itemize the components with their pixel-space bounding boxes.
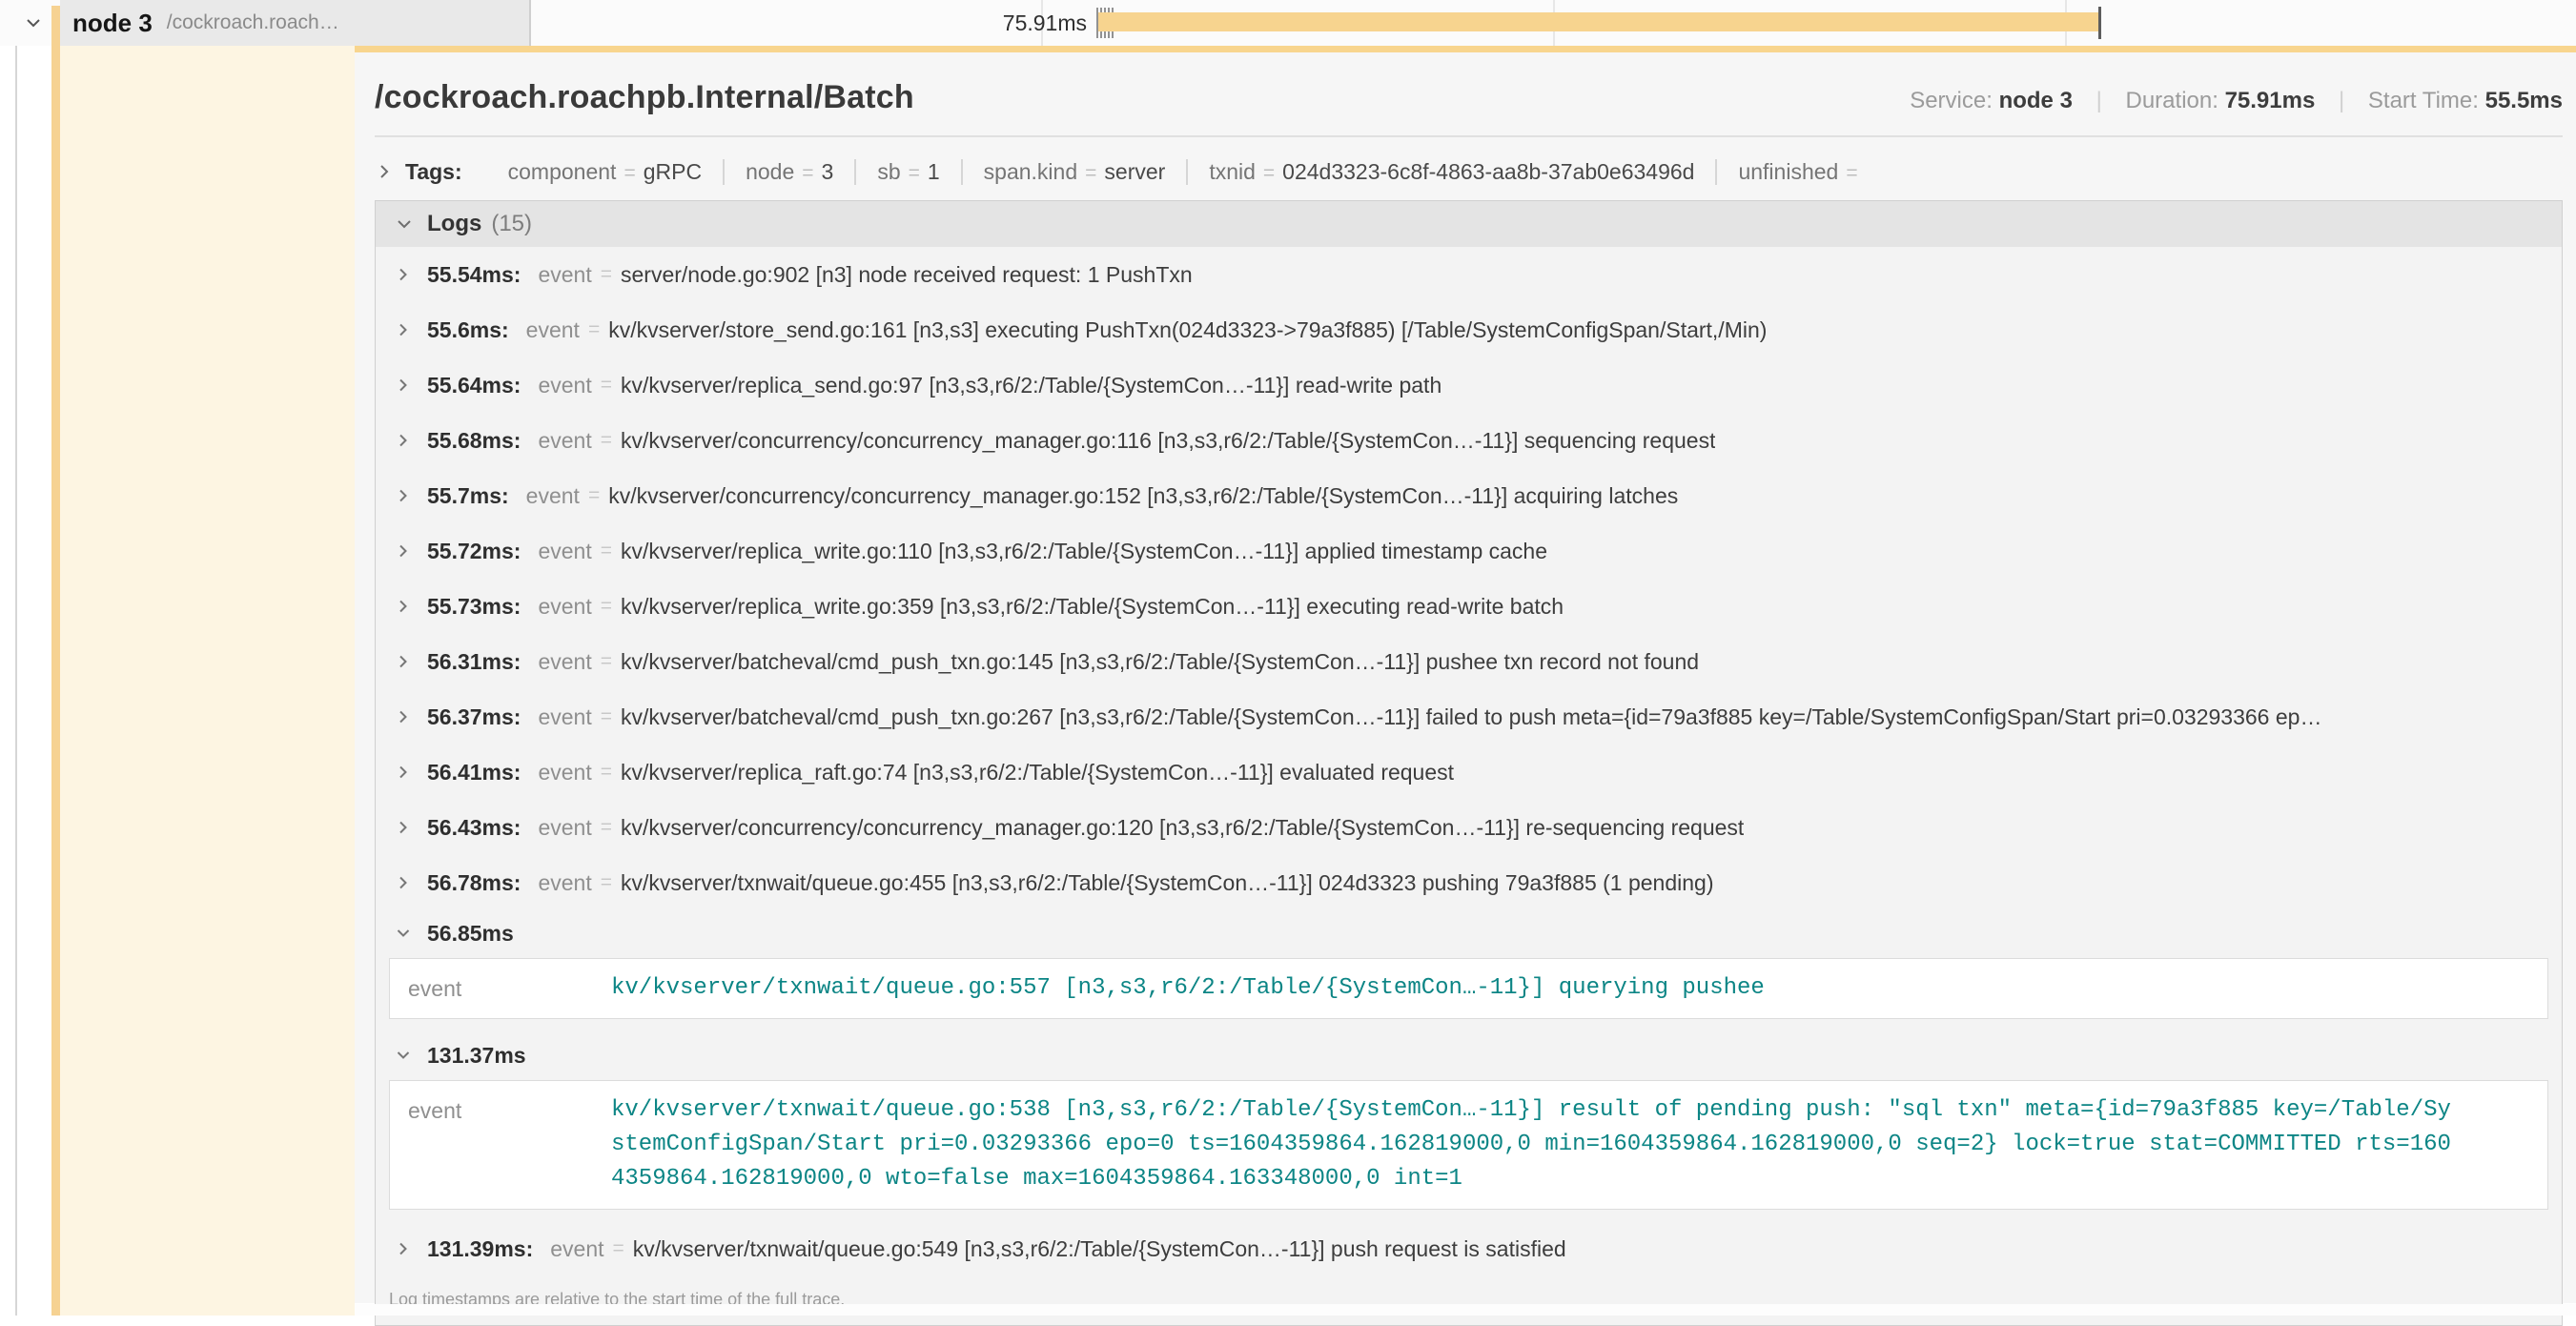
chevron-down-icon xyxy=(395,214,414,234)
chevron-right-icon xyxy=(395,874,412,891)
name-column-divider[interactable] xyxy=(529,0,531,46)
log-row[interactable]: 55.54ms:event=server/node.go:902 [n3] no… xyxy=(376,247,2562,302)
log-row[interactable]: 55.7ms:event=kv/kvserver/concurrency/con… xyxy=(376,468,2562,523)
chevron-right-icon xyxy=(395,321,412,338)
logs-header[interactable]: Logs (15) xyxy=(376,201,2562,247)
log-row[interactable]: 56.41ms:event=kv/kvserver/replica_raft.g… xyxy=(376,745,2562,800)
tag-node: node=3 xyxy=(725,159,856,185)
log-row[interactable]: 56.78ms:event=kv/kvserver/txnwait/queue.… xyxy=(376,855,2562,910)
log-row[interactable]: 55.73ms:event=kv/kvserver/replica_write.… xyxy=(376,579,2562,634)
log-row[interactable]: 56.31ms:event=kv/kvserver/batcheval/cmd_… xyxy=(376,634,2562,689)
log-row-expanded-header[interactable]: 56.85ms xyxy=(376,910,2562,956)
log-row[interactable]: 55.72ms:event=kv/kvserver/replica_write.… xyxy=(376,523,2562,579)
logs-footer-note: Log timestamps are relative to the start… xyxy=(376,1276,2562,1325)
span-detail-panel: /cockroach.roachpb.Internal/Batch Servic… xyxy=(355,52,2576,1303)
header-divider xyxy=(375,135,2563,137)
chevron-right-icon xyxy=(395,764,412,781)
span-duration-label: 75.91ms xyxy=(915,0,1087,46)
duration-label: Duration: xyxy=(2126,88,2218,113)
log-field-value: kv/kvserver/txnwait/queue.go:538 [n3,s3,… xyxy=(611,1093,2480,1196)
tag-txnid: txnid=024d3323-6c8f-4863-aa8b-37ab0e6349… xyxy=(1188,159,1717,185)
log-row[interactable]: 55.6ms:event=kv/kvserver/store_send.go:1… xyxy=(376,302,2562,357)
logs-section: Logs (15) 55.54ms:event=server/node.go:9… xyxy=(375,200,2563,1326)
chevron-right-icon xyxy=(375,162,394,181)
log-row[interactable]: 131.39ms:event=kv/kvserver/txnwait/queue… xyxy=(376,1221,2562,1276)
chevron-right-icon xyxy=(395,708,412,725)
duration-value: 75.91ms xyxy=(2225,88,2316,113)
chevron-right-icon xyxy=(395,1240,412,1257)
tag-span-kind: span.kind=server xyxy=(963,159,1189,185)
log-detail-card: event kv/kvserver/txnwait/queue.go:557 [… xyxy=(389,958,2548,1019)
chevron-down-icon xyxy=(395,925,412,942)
logs-title: Logs xyxy=(427,211,481,237)
tag-sb: sb=1 xyxy=(856,159,962,185)
start-time-value: 55.5ms xyxy=(2485,88,2563,113)
chevron-right-icon xyxy=(395,266,412,283)
tags-label: Tags: xyxy=(405,159,462,185)
panel-bottom-strip xyxy=(355,1304,2576,1316)
span-name-cell[interactable]: node 3 /cockroach.roach… xyxy=(60,0,529,46)
log-field-label: event xyxy=(390,971,611,1006)
tags-row: Tags: component=gRPC node=3 sb=1 span.ki… xyxy=(375,151,2563,193)
service-value: node 3 xyxy=(1999,88,2073,113)
log-field-value: kv/kvserver/txnwait/queue.go:557 [n3,s3,… xyxy=(611,971,1784,1006)
detail-header: /cockroach.roachpb.Internal/Batch Servic… xyxy=(375,52,2563,116)
trace-left-rule xyxy=(15,0,17,1316)
span-color-bar xyxy=(51,6,60,1316)
meta-divider: | xyxy=(2339,88,2344,113)
span-meta: Service: node 3 | Duration: 75.91ms | St… xyxy=(1910,88,2563,114)
log-field-label: event xyxy=(390,1093,611,1196)
chevron-right-icon xyxy=(395,819,412,836)
chevron-right-icon xyxy=(395,432,412,449)
start-time-label: Start Time: xyxy=(2368,88,2479,113)
chevron-right-icon xyxy=(395,487,412,504)
log-row[interactable]: 56.43ms:event=kv/kvserver/concurrency/co… xyxy=(376,800,2562,855)
log-marker-tick-end xyxy=(2098,7,2101,39)
selected-span-row-tint xyxy=(60,46,355,1316)
log-row[interactable]: 55.64ms:event=kv/kvserver/replica_send.g… xyxy=(376,357,2562,413)
span-title: /cockroach.roachpb.Internal/Batch xyxy=(375,79,914,116)
service-label: Service: xyxy=(1910,88,1993,113)
tag-unfinished: unfinished= xyxy=(1717,159,1886,185)
log-row[interactable]: 55.68ms:event=kv/kvserver/concurrency/co… xyxy=(376,413,2562,468)
chevron-right-icon xyxy=(395,377,412,394)
meta-divider: | xyxy=(2096,88,2102,113)
logs-count: (15) xyxy=(491,211,532,237)
chevron-down-icon[interactable] xyxy=(23,12,44,33)
span-operation-name: /cockroach.roach… xyxy=(167,11,339,34)
tags-toggle[interactable]: Tags: xyxy=(375,159,487,185)
chevron-right-icon xyxy=(395,542,412,560)
log-row[interactable]: 56.37ms:event=kv/kvserver/batcheval/cmd_… xyxy=(376,689,2562,745)
chevron-right-icon xyxy=(395,598,412,615)
detail-panel-accent-border xyxy=(355,46,2576,52)
chevron-down-icon xyxy=(395,1047,412,1064)
span-duration-bar[interactable] xyxy=(1098,12,2099,31)
tag-component: component=gRPC xyxy=(487,159,725,185)
span-row[interactable]: node 3 /cockroach.roach… 75.91ms xyxy=(0,0,2576,46)
span-service-name: node 3 xyxy=(72,9,153,38)
log-detail-card: event kv/kvserver/txnwait/queue.go:538 [… xyxy=(389,1080,2548,1210)
chevron-right-icon xyxy=(395,653,412,670)
log-row-expanded-header[interactable]: 131.37ms xyxy=(376,1032,2562,1078)
